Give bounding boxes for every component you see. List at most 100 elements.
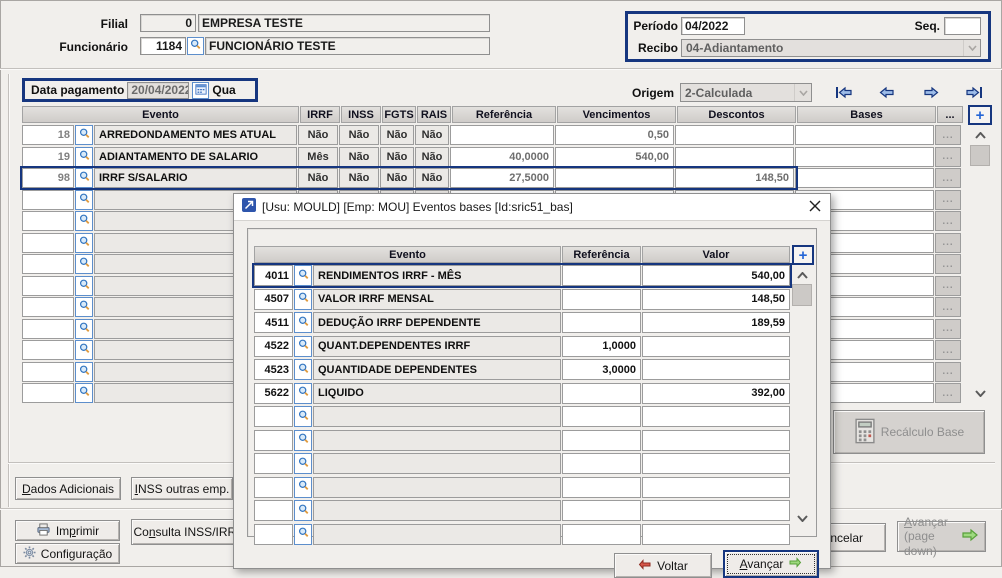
row-more-button[interactable]: ... [935,168,961,188]
base-row-empty[interactable] [254,430,791,451]
event-code-cell[interactable] [22,319,74,339]
bases-scroll-down-button[interactable] [793,511,811,525]
base-code-cell[interactable]: 5622 [254,383,293,404]
bases-cell[interactable] [795,147,934,167]
base-referencia-cell[interactable] [562,312,641,333]
base-code-cell[interactable] [254,453,293,474]
base-row-empty[interactable] [254,477,791,498]
funcionario-code-field[interactable]: 1184 [140,37,186,55]
base-referencia-cell[interactable] [562,289,641,310]
rais-flag-cell[interactable]: Não [415,125,449,145]
col-header-irrf[interactable]: IRRF [300,106,340,123]
recalculo-base-button[interactable]: Recálculo Base [833,410,985,454]
base-row[interactable]: 4522 QUANT.DEPENDENTES IRRF1,0000 [254,336,791,357]
referencia-cell[interactable] [450,125,554,145]
inss-flag-cell[interactable]: Não [339,125,379,145]
base-valor-cell[interactable] [642,477,790,498]
row-more-button[interactable]: ... [935,254,961,274]
event-row[interactable]: 98IRRF S/SALARIONãoNãoNãoNão27,5000148,5… [22,168,964,188]
calendar-button[interactable] [192,82,209,99]
vencimentos-cell[interactable]: 0,50 [555,125,674,145]
nav-next-button[interactable] [920,85,942,102]
referencia-cell[interactable]: 40,0000 [450,147,554,167]
row-more-button[interactable]: ... [935,362,961,382]
row-search-button[interactable] [75,211,93,231]
base-valor-cell[interactable] [642,430,790,451]
base-valor-cell[interactable] [642,336,790,357]
base-valor-cell[interactable]: 392,00 [642,383,790,404]
dialog-titlebar[interactable]: [Usu: MOULD] [Emp: MOU] Eventos bases [I… [234,194,830,221]
base-name-cell[interactable]: QUANT.DEPENDENTES IRRF [313,336,561,357]
base-code-cell[interactable] [254,406,293,427]
seq-input[interactable] [944,17,981,35]
col-header-referencia[interactable]: Referência [452,106,556,123]
base-referencia-cell[interactable] [562,383,641,404]
base-referencia-cell[interactable] [562,430,641,451]
row-more-button[interactable]: ... [935,147,961,167]
row-search-button[interactable] [75,147,93,167]
periodo-input[interactable]: 04/2022 [681,17,745,35]
base-code-cell[interactable] [254,524,293,545]
vencimentos-cell[interactable] [555,168,674,188]
fgts-flag-cell[interactable]: Não [380,125,414,145]
event-code-cell[interactable] [22,233,74,253]
event-code-cell[interactable] [22,340,74,360]
base-name-cell[interactable] [313,430,561,451]
base-name-cell[interactable]: RENDIMENTOS IRRF - MÊS [313,265,561,286]
row-search-button[interactable] [75,383,93,403]
row-search-button[interactable] [75,276,93,296]
row-search-button[interactable] [75,297,93,317]
base-referencia-cell[interactable]: 3,0000 [562,359,641,380]
col-header-more[interactable]: ... [937,106,963,123]
irrf-flag-cell[interactable]: Não [298,125,338,145]
base-referencia-cell[interactable] [562,500,641,521]
base-row[interactable]: 5622LIQUIDO392,00 [254,383,791,404]
configuracao-button[interactable]: Configuração [15,543,120,564]
rais-flag-cell[interactable]: Não [415,168,449,188]
col-header-referencia[interactable]: Referência [562,246,641,263]
bases-cell[interactable] [795,125,934,145]
grid-scrollbar-thumb[interactable] [970,145,990,166]
row-search-button[interactable] [75,254,93,274]
descontos-cell[interactable] [675,125,794,145]
add-event-button[interactable]: + [968,105,992,125]
irrf-flag-cell[interactable]: Não [298,168,338,188]
data-pagamento-input[interactable]: 20/04/2022 [127,82,189,99]
bases-scrollbar-thumb[interactable] [792,284,812,306]
base-valor-cell[interactable] [642,453,790,474]
event-code-cell[interactable] [22,254,74,274]
base-row-empty[interactable] [254,524,791,545]
event-code-cell[interactable]: 98 [22,168,74,188]
row-more-button[interactable]: ... [935,233,961,253]
rais-flag-cell[interactable]: Não [415,147,449,167]
event-code-cell[interactable] [22,276,74,296]
event-code-cell[interactable] [22,362,74,382]
base-name-cell[interactable] [313,453,561,474]
bases-scroll-up-button[interactable] [793,268,811,282]
row-search-button[interactable] [294,453,312,474]
event-code-cell[interactable]: 18 [22,125,74,145]
row-more-button[interactable]: ... [935,319,961,339]
event-code-cell[interactable] [22,297,74,317]
row-search-button[interactable] [294,383,312,404]
row-search-button[interactable] [75,125,93,145]
row-search-button[interactable] [75,340,93,360]
event-row[interactable]: 19ADIANTAMENTO DE SALARIOMêsNãoNãoNão40,… [22,147,964,167]
row-search-button[interactable] [294,289,312,310]
col-header-evento[interactable]: Evento [254,246,561,263]
avancar-page-down-button[interactable]: Avançar(page down) [897,521,986,552]
base-code-cell[interactable]: 4511 [254,312,293,333]
fgts-flag-cell[interactable]: Não [380,147,414,167]
event-name-cell[interactable]: ARREDONDAMENTO MES ATUAL [94,125,297,145]
base-referencia-cell[interactable]: 1,0000 [562,336,641,357]
add-base-button[interactable]: + [792,245,814,265]
base-row-empty[interactable] [254,453,791,474]
base-name-cell[interactable]: QUANTIDADE DEPENDENTES [313,359,561,380]
base-code-cell[interactable]: 4522 [254,336,293,357]
vencimentos-cell[interactable]: 540,00 [555,147,674,167]
base-referencia-cell[interactable] [562,406,641,427]
row-search-button[interactable] [294,500,312,521]
origem-dropdown[interactable]: 2-Calculada [680,83,812,102]
col-header-valor[interactable]: Valor [642,246,790,263]
dialog-close-button[interactable] [808,199,822,216]
